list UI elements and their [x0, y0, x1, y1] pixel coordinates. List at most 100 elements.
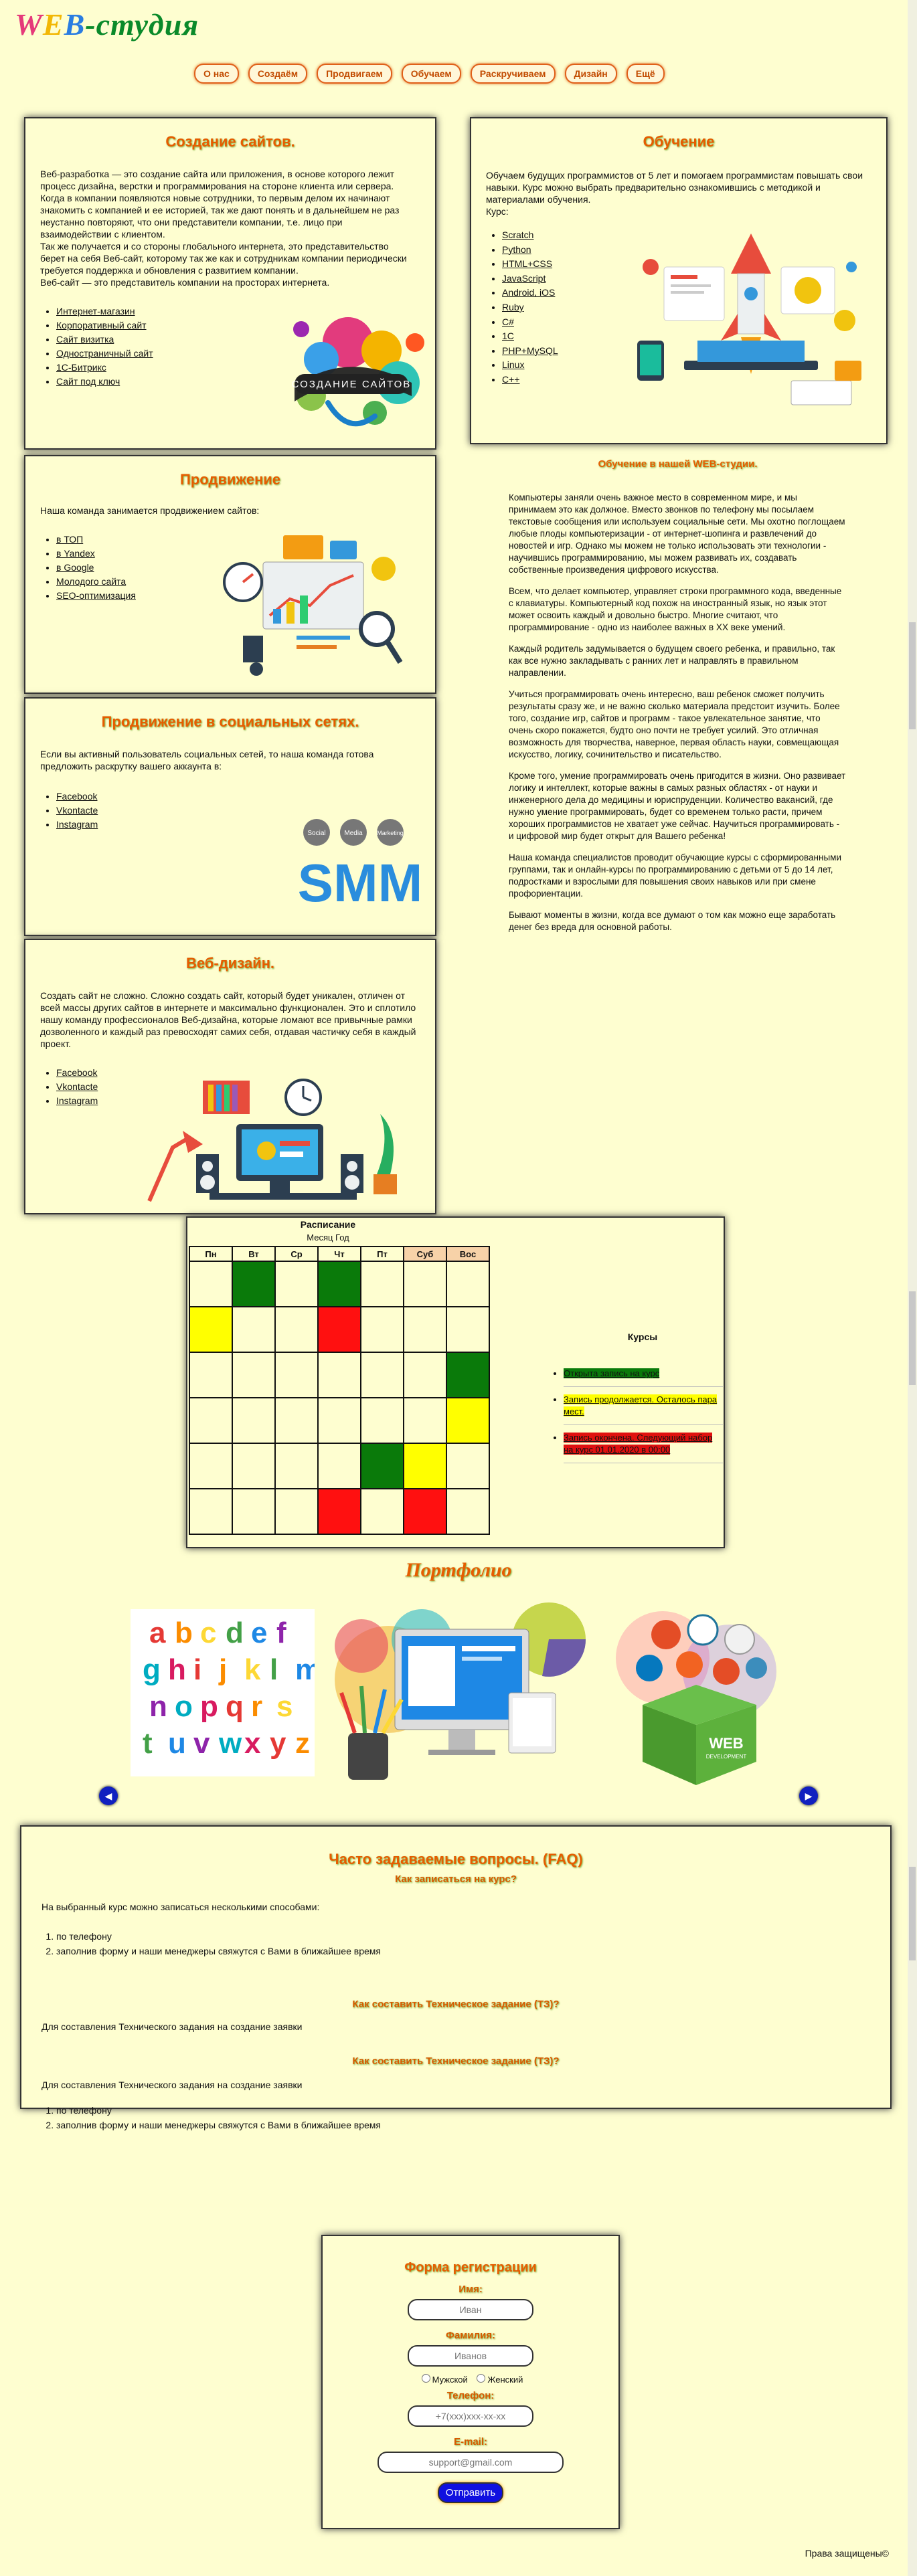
portfolio-image-web-box[interactable]: WEB DEVELOPMENT — [602, 1604, 793, 1795]
alphabet-letter: n — [149, 1690, 167, 1723]
schedule-cell — [274, 1443, 319, 1489]
course-status-open-label[interactable]: Открыта запись на курс — [564, 1368, 660, 1378]
link-turnkey[interactable]: Сайт под ключ — [56, 376, 120, 387]
nav-design[interactable]: Дизайн — [564, 64, 617, 84]
alphabet-letter: a — [149, 1617, 166, 1649]
schedule-cell — [274, 1488, 319, 1535]
promo-young-site[interactable]: Молодого сайта — [56, 576, 126, 587]
design-instagram[interactable]: Instagram — [56, 1095, 98, 1106]
portfolio-image-web-devices[interactable] — [321, 1599, 592, 1793]
schedule-row — [189, 1443, 490, 1489]
course-mobile[interactable]: Android, iOS — [502, 287, 555, 298]
faq-title: Часто задаваемые вопросы. (FAQ) — [329, 1851, 583, 1867]
gender-male-radio[interactable] — [421, 2374, 430, 2383]
article-paragraph: Учиться программировать очень интересно,… — [509, 689, 840, 759]
svg-text:Marketing: Marketing — [377, 830, 404, 836]
schedule-cell-yellow[interactable] — [189, 1306, 233, 1353]
course-1c[interactable]: 1С — [502, 331, 514, 341]
slider-prev-button[interactable]: ◀ — [99, 1786, 118, 1805]
schedule-cell — [360, 1306, 404, 1353]
schedule-cell-red[interactable] — [317, 1306, 361, 1353]
schedule-cell-green[interactable] — [360, 1443, 404, 1489]
schedule-day-header: Чт — [317, 1246, 361, 1262]
course-html[interactable]: HTML+CSS — [502, 258, 552, 269]
site-logo[interactable]: WEB-студия — [15, 7, 199, 42]
submit-button[interactable]: Отправить — [437, 2482, 504, 2503]
schedule-cell — [317, 1443, 361, 1489]
list-item: по телефону — [56, 1929, 890, 1944]
faq-question-2[interactable]: Как составить Техническое задание (ТЗ)? — [21, 1999, 890, 2010]
course-cpp[interactable]: C++ — [502, 374, 519, 385]
portfolio-image-alphabet[interactable]: a b c d e f g h i j k l m n o p q r s t u v w x y z — [131, 1609, 315, 1776]
gender-female-radio[interactable] — [477, 2374, 486, 2383]
design-facebook[interactable]: Facebook — [56, 1067, 97, 1078]
schedule-cell-green[interactable] — [317, 1261, 361, 1307]
smm-logo-illustration: Social Media Marketing SMM — [298, 819, 422, 911]
logo-letter-w: W — [15, 7, 43, 41]
course-php[interactable]: PHP+MySQL — [502, 345, 558, 356]
schedule-cell — [189, 1352, 233, 1398]
schedule-cell-yellow[interactable] — [403, 1443, 447, 1489]
seo-analytics-illustration — [223, 535, 403, 676]
schedule-cell-yellow[interactable] — [446, 1397, 490, 1444]
nav-promote[interactable]: Продвигаем — [317, 64, 392, 84]
link-one-page[interactable]: Одностраничный сайт — [56, 348, 153, 359]
schedule-cell-green[interactable] — [446, 1352, 490, 1398]
schedule-card: Расписание Месяц Год Пн Вт Ср Чт Пт Суб Вос Ку… — [186, 1216, 725, 1548]
faq-question-3[interactable]: Как составить Техническое задание (ТЗ)? — [21, 2055, 890, 2067]
link-bitrix[interactable]: 1С-Битрикс — [56, 362, 106, 373]
course-linux[interactable]: Linux — [502, 359, 524, 370]
gender-group: Мужской Женский — [323, 2372, 618, 2385]
nav-boost[interactable]: Раскручиваем — [470, 64, 556, 84]
surname-input[interactable] — [408, 2345, 533, 2367]
alphabet-letter: j — [218, 1653, 227, 1686]
course-status-continuing-label[interactable]: Запись продолжается. Осталось пара мест. — [564, 1394, 718, 1416]
link-corporate[interactable]: Корпоративный сайт — [56, 320, 147, 331]
alphabet-letter: m — [295, 1653, 315, 1686]
schedule-cell-red[interactable] — [317, 1488, 361, 1535]
name-input[interactable] — [408, 2299, 533, 2320]
course-ruby[interactable]: Ruby — [502, 302, 524, 312]
social-vkontakte[interactable]: Vkontacte — [56, 805, 98, 816]
course-status-open: Открыта запись на курс — [564, 1361, 723, 1387]
social-instagram[interactable]: Instagram — [56, 819, 98, 830]
faq-question-1[interactable]: Как записаться на курс? — [21, 1873, 890, 1885]
social-text: Если вы активный пользователь социальных… — [40, 749, 374, 771]
schedule-cell — [189, 1443, 233, 1489]
course-scratch[interactable]: Scratch — [502, 229, 533, 240]
promo-seo[interactable]: SEO-оптимизация — [56, 590, 136, 601]
phone-input[interactable] — [408, 2405, 533, 2427]
schedule-row — [189, 1488, 490, 1535]
alphabet-letter: k — [244, 1653, 261, 1686]
create-text-1: Веб-разработка — это создание сайта или … — [40, 169, 395, 191]
page-scrollbar[interactable] — [908, 0, 917, 2576]
promo-top[interactable]: в ТОП — [56, 534, 83, 545]
nav-more[interactable]: Ещё — [626, 64, 665, 84]
nav-learn[interactable]: Обучаем — [401, 64, 461, 84]
course-python[interactable]: Python — [502, 244, 531, 255]
course-js[interactable]: JavaScript — [502, 273, 546, 284]
schedule-cell — [446, 1306, 490, 1353]
nav-create[interactable]: Создаём — [248, 64, 308, 84]
schedule-cell-green[interactable] — [232, 1261, 276, 1307]
promo-yandex[interactable]: в Yandex — [56, 548, 95, 559]
link-shop[interactable]: Интернет-магазин — [56, 306, 135, 316]
course-status-closed-label[interactable]: Запись окончена. Следующий набор на курс… — [564, 1433, 713, 1455]
email-input[interactable] — [378, 2452, 564, 2473]
promo-google[interactable]: в Google — [56, 562, 94, 573]
social-title: Продвижение в социальных сетях. — [101, 713, 359, 730]
schedule-cell — [274, 1261, 319, 1307]
nav-about[interactable]: О нас — [194, 64, 239, 84]
course-csharp[interactable]: C# — [502, 316, 514, 327]
faq-card: Часто задаваемые вопросы. (FAQ) Как запи… — [20, 1825, 892, 2130]
schedule-cell — [446, 1443, 490, 1489]
design-vkontakte[interactable]: Vkontacte — [56, 1081, 98, 1092]
schedule-day-header: Вос — [446, 1246, 490, 1262]
portfolio-title: Портфолио — [405, 1559, 512, 1581]
schedule-cell — [232, 1443, 276, 1489]
link-card-site[interactable]: Сайт визитка — [56, 334, 114, 345]
article-paragraph: Бывают моменты в жизни, когда все думают… — [509, 910, 836, 932]
slider-next-button[interactable]: ▶ — [799, 1786, 818, 1805]
schedule-cell-red[interactable] — [403, 1488, 447, 1535]
social-facebook[interactable]: Facebook — [56, 791, 97, 802]
